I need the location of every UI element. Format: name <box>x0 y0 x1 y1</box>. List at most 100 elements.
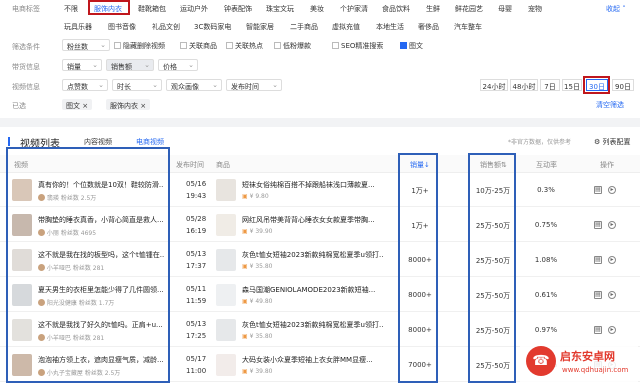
detail-icon[interactable]: ▤ <box>594 291 602 299</box>
category-tag[interactable]: 鲜花园艺 <box>455 4 483 14</box>
chevron-up-icon: ˄ <box>620 5 626 13</box>
engagement-rate: 1.08% <box>534 256 558 264</box>
time-range-90d[interactable]: 90日 <box>612 79 634 91</box>
category-tag[interactable]: 运动户外 <box>180 4 208 14</box>
category-tag[interactable]: 汽车整车 <box>454 22 482 32</box>
play-icon[interactable]: ▸ <box>608 291 616 299</box>
category-tag[interactable]: 不限 <box>64 4 78 14</box>
tab-content-video[interactable]: 内容视频 <box>84 137 112 147</box>
time-range-7d[interactable]: 7日 <box>540 79 560 91</box>
category-tag[interactable]: 智能家居 <box>246 22 274 32</box>
sales-dropdown[interactable]: 销量 ⌄ <box>62 59 102 71</box>
chevron-down-icon: ⌄ <box>92 61 98 69</box>
checkbox-box <box>114 42 121 49</box>
category-tag[interactable]: 礼品文创 <box>152 22 180 32</box>
category-tag[interactable]: 鞋靴箱包 <box>138 4 166 14</box>
play-icon[interactable]: ▸ <box>608 186 616 194</box>
goods-price: ¥ 35.80 <box>249 263 273 270</box>
close-icon[interactable]: × <box>138 102 146 110</box>
video-info-label: 视频信息 <box>12 83 40 91</box>
goods-thumbnail[interactable] <box>216 179 236 201</box>
category-tag[interactable]: 二手商品 <box>290 22 318 32</box>
publish-time-dropdown[interactable]: 发布时间 ⌄ <box>226 79 282 91</box>
checkbox-box <box>274 42 281 49</box>
shop-icon: ▣ <box>242 193 248 200</box>
goods-thumbnail[interactable] <box>216 354 236 376</box>
checkbox-low-fans[interactable]: 低粉爆款 <box>274 41 311 51</box>
collapse-link[interactable]: 收起 ˄ <box>606 4 626 14</box>
publish-clock: 17:37 <box>186 262 207 270</box>
audience-dropdown[interactable]: 观众画像 ⌄ <box>166 79 222 91</box>
goods-price-row: ▣ ¥ 9.80 <box>242 193 269 200</box>
play-icon[interactable]: ▸ <box>608 256 616 264</box>
goods-title[interactable]: 灰色t恤女短袖2023新款纯棉宽松夏季u领打... <box>242 320 384 330</box>
dropdown-value: 点赞数 <box>67 83 88 91</box>
detail-icon[interactable]: ▤ <box>594 256 602 264</box>
checkbox-box <box>332 42 339 49</box>
close-icon[interactable]: × <box>80 102 88 110</box>
goods-price: ¥ 35.80 <box>249 333 273 340</box>
goods-title[interactable]: 森马国潮GENIOLAMODE2023新款短袖... <box>242 285 384 295</box>
category-tag[interactable]: 个护家清 <box>340 4 368 14</box>
goods-title[interactable]: 灰色t恤女短袖2023新款纯棉宽松夏季u领打... <box>242 250 384 260</box>
category-tag[interactable]: 玩具乐器 <box>64 22 92 32</box>
category-tag[interactable]: 母婴 <box>498 4 512 14</box>
time-range-15d[interactable]: 15日 <box>562 79 582 91</box>
time-range-48h[interactable]: 48小时 <box>510 79 538 91</box>
category-tag[interactable]: 宠物 <box>528 4 542 14</box>
goods-title[interactable]: 短袜女俗纯棉百搭不掉跟船袜浅口薄款夏... <box>242 180 384 190</box>
goods-price-row: ▣ ¥ 39.90 <box>242 228 273 235</box>
goods-title[interactable]: 网红风吊带美背背心睡衣女女款夏季带胸... <box>242 215 384 225</box>
dropdown-value: 销量 <box>67 63 81 71</box>
shop-icon: ▣ <box>242 298 248 305</box>
amount-dropdown[interactable]: 销售额 ⌄ <box>106 59 154 71</box>
play-icon[interactable]: ▸ <box>608 221 616 229</box>
publish-clock: 19:43 <box>186 192 207 200</box>
goods-thumbnail[interactable] <box>216 284 236 306</box>
category-tag[interactable]: 本地生活 <box>376 22 404 32</box>
category-tag[interactable]: 图书音像 <box>108 22 136 32</box>
settings-icon: ⚙ <box>594 138 603 146</box>
category-tag[interactable]: 美妆 <box>310 4 324 14</box>
selected-chip[interactable]: 服饰内衣 × <box>106 99 151 110</box>
chevron-down-icon: ⌄ <box>188 61 194 69</box>
category-tag[interactable]: 生鲜 <box>426 4 440 14</box>
duration-dropdown[interactable]: 时长 ⌄ <box>112 79 162 91</box>
detail-icon[interactable]: ▤ <box>594 221 602 229</box>
highlight-box-amount <box>468 153 516 383</box>
checkbox-seo[interactable]: SEO精准搜索 <box>332 41 383 51</box>
category-tag[interactable]: 3C数码家电 <box>194 22 231 32</box>
shop-icon: ▣ <box>242 263 248 270</box>
checkbox-hide-deleted[interactable]: 隐藏删除视频 <box>114 41 165 51</box>
checkbox-image-text[interactable]: 图文 <box>400 41 423 51</box>
checkbox-label: 低粉爆款 <box>283 42 311 50</box>
goods-thumbnail[interactable] <box>216 249 236 271</box>
category-tag[interactable]: 珠宝文玩 <box>266 4 294 14</box>
shop-icon: ▣ <box>242 228 248 235</box>
selected-chip[interactable]: 图文 × <box>62 99 93 110</box>
chevron-down-icon: ⌄ <box>100 41 106 49</box>
list-config-button[interactable]: ⚙ 列表配置 <box>594 137 631 147</box>
play-icon[interactable]: ▸ <box>608 326 616 334</box>
price-dropdown[interactable]: 价格 ⌄ <box>158 59 198 71</box>
checkbox-linked-hot[interactable]: 关联热点 <box>226 41 263 51</box>
likes-dropdown[interactable]: 点赞数 ⌄ <box>62 79 108 91</box>
goods-thumbnail[interactable] <box>216 319 236 341</box>
category-tag[interactable]: 钟表配饰 <box>224 4 252 14</box>
selected-label: 已选 <box>12 102 26 110</box>
clear-filters-link[interactable]: 清空筛选 <box>596 100 624 110</box>
goods-thumbnail[interactable] <box>216 214 236 236</box>
chevron-down-icon: ⌄ <box>144 61 150 69</box>
fans-dropdown[interactable]: 粉丝数 ⌄ <box>62 39 110 51</box>
category-tag[interactable]: 虚拟充值 <box>332 22 360 32</box>
engagement-rate: 0.97% <box>534 326 558 334</box>
time-range-24h[interactable]: 24小时 <box>480 79 508 91</box>
detail-icon[interactable]: ▤ <box>594 186 602 194</box>
checkbox-label: 图文 <box>409 42 423 50</box>
detail-icon[interactable]: ▤ <box>594 326 602 334</box>
goods-title[interactable]: 大码女装小众夏季短袖上衣女胖MM显瘦... <box>242 355 384 365</box>
checkbox-linked-goods[interactable]: 关联商品 <box>180 41 217 51</box>
tab-ecommerce-video[interactable]: 电商视频 <box>136 137 164 147</box>
category-tag[interactable]: 奢侈品 <box>418 22 439 32</box>
category-tag[interactable]: 食品饮料 <box>382 4 410 14</box>
